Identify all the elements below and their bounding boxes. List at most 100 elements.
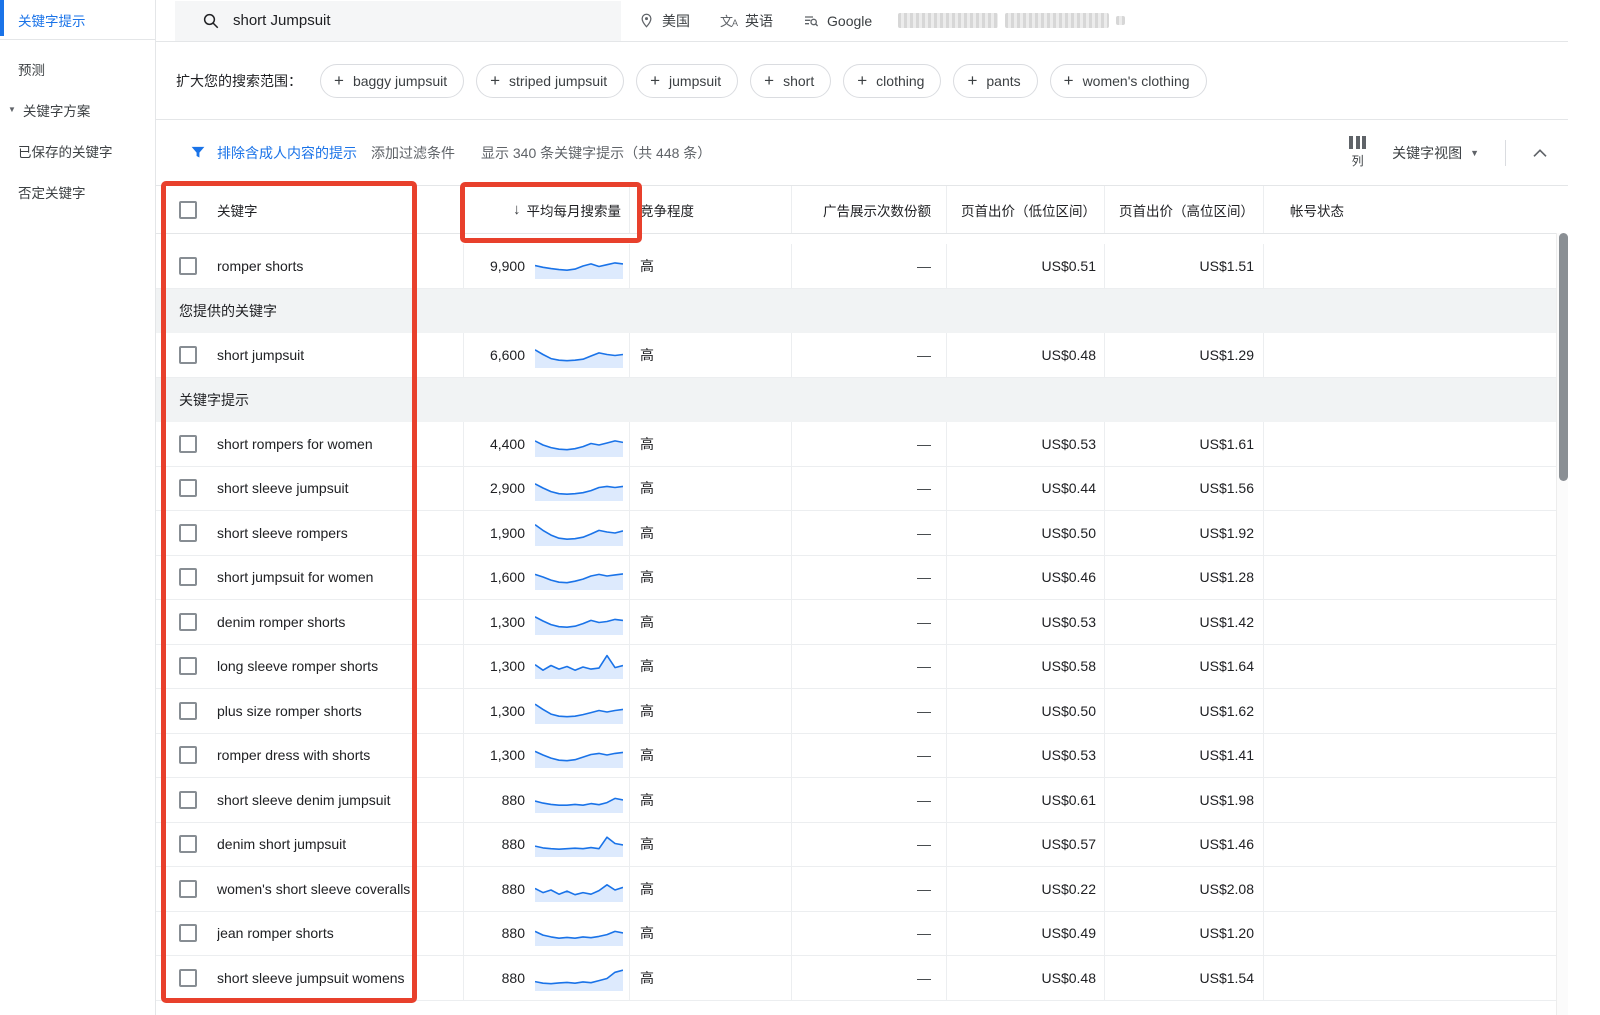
col-header-ad-impression-share-label: 广告展示次数份额	[823, 200, 931, 220]
col-header-competition[interactable]: 竞争程度	[629, 186, 791, 233]
row-checkbox[interactable]	[179, 613, 197, 631]
ad-impression-share-cell: —	[791, 734, 946, 778]
add-filter-button[interactable]: 添加过滤条件	[371, 143, 455, 163]
top-bid-low-cell: US$0.48	[946, 333, 1104, 377]
keyword-cell: women's short sleeve coveralls	[156, 867, 463, 911]
row-checkbox[interactable]	[179, 746, 197, 764]
keyword-cell: short jumpsuit for women	[156, 556, 463, 600]
avg-monthly-searches-cell: 880	[463, 956, 629, 1000]
keyword-text: romper shorts	[217, 258, 303, 274]
col-header-top-bid-low[interactable]: 页首出价（低位区间）	[946, 186, 1104, 233]
sidebar-item-label: 预测	[18, 59, 45, 79]
search-volume-value: 880	[464, 925, 525, 941]
table-row: romper dress with shorts1,300高—US$0.53US…	[156, 734, 1556, 779]
avg-monthly-searches-cell: 1,600	[463, 556, 629, 600]
keyword-chip[interactable]: +clothing	[843, 64, 941, 98]
row-checkbox[interactable]	[179, 479, 197, 497]
keyword-chip[interactable]: +baggy jumpsuit	[320, 64, 464, 98]
col-header-account-status[interactable]: 帐号状态	[1263, 186, 1568, 233]
trend-sparkline	[535, 876, 623, 902]
keyword-text: short jumpsuit for women	[217, 569, 373, 585]
toolbar-right-controls: 列 关键字视图 ▼	[1349, 136, 1548, 169]
row-checkbox[interactable]	[179, 524, 197, 542]
table-row: short jumpsuit for women1,600高—US$0.46US…	[156, 556, 1556, 601]
account-status-cell	[1263, 333, 1556, 377]
row-checkbox[interactable]	[179, 257, 197, 275]
ad-impression-share-cell: —	[791, 511, 946, 555]
table-row: jean romper shorts880高—US$0.49US$1.20	[156, 912, 1556, 957]
ad-impression-share-cell: —	[791, 689, 946, 733]
keyword-chip[interactable]: +short	[750, 64, 831, 98]
keyword-chip[interactable]: +jumpsuit	[636, 64, 738, 98]
col-header-top-bid-high[interactable]: 页首出价（高位区间）	[1104, 186, 1263, 233]
network-setting[interactable]: Google	[803, 13, 872, 29]
keyword-chip[interactable]: +women's clothing	[1050, 64, 1207, 98]
collapse-panel-button[interactable]	[1532, 148, 1548, 158]
chip-label: striped jumpsuit	[509, 73, 607, 89]
top-bid-high-cell: US$1.62	[1104, 689, 1263, 733]
competition-cell: 高	[629, 867, 791, 911]
section-row: 关键字提示	[156, 378, 1556, 423]
competition-cell: 高	[629, 645, 791, 689]
trend-sparkline	[535, 520, 623, 546]
vertical-scrollbar[interactable]	[1556, 233, 1568, 1015]
top-bid-high-cell: US$1.20	[1104, 912, 1263, 956]
row-checkbox[interactable]	[179, 924, 197, 942]
results-summary: 显示 340 条关键字提示（共 448 条）	[481, 143, 711, 163]
row-checkbox[interactable]	[179, 969, 197, 987]
sidebar-item[interactable]: 否定关键字	[0, 171, 155, 212]
trend-sparkline	[535, 253, 623, 279]
select-all-checkbox[interactable]	[179, 201, 197, 219]
scrollbar-thumb[interactable]	[1559, 233, 1568, 481]
table-row: short sleeve jumpsuit2,900高—US$0.44US$1.…	[156, 467, 1556, 512]
language-setting[interactable]: 文A 英语	[720, 11, 773, 31]
view-selector[interactable]: 关键字视图 ▼	[1392, 143, 1479, 163]
table-row: short sleeve jumpsuit womens880高—US$0.48…	[156, 956, 1556, 1001]
keyword-text: short rompers for women	[217, 436, 373, 452]
keyword-text: women's short sleeve coveralls	[217, 881, 410, 897]
ad-impression-share-cell: —	[791, 244, 946, 288]
trend-sparkline	[535, 475, 623, 501]
row-checkbox[interactable]	[179, 657, 197, 675]
location-setting[interactable]: 美国	[639, 11, 690, 31]
avg-monthly-searches-cell: 9,900	[463, 244, 629, 288]
sidebar-item[interactable]: ▼关键字方案	[0, 89, 155, 130]
row-checkbox[interactable]	[179, 880, 197, 898]
search-volume-value: 4,400	[464, 436, 525, 452]
row-checkbox[interactable]	[179, 568, 197, 586]
exclude-adult-filter-link[interactable]: 排除含成人内容的提示	[217, 143, 357, 163]
keyword-chip[interactable]: +striped jumpsuit	[476, 64, 624, 98]
sidebar-item[interactable]: 已保存的关键字	[0, 130, 155, 171]
ad-impression-share-cell: —	[791, 422, 946, 466]
competition-cell: 高	[629, 511, 791, 555]
sidebar-item[interactable]: 预测	[0, 48, 155, 89]
columns-button[interactable]: 列	[1349, 136, 1366, 169]
search-volume-value: 9,900	[464, 258, 525, 274]
table-row: short rompers for women4,400高—US$0.53US$…	[156, 422, 1556, 467]
keyword-cell: romper shorts	[156, 244, 463, 288]
filter-funnel-icon[interactable]	[189, 144, 207, 161]
top-bid-high-cell: US$1.64	[1104, 645, 1263, 689]
caret-down-icon: ▼	[8, 105, 16, 114]
row-checkbox[interactable]	[179, 835, 197, 853]
keyword-search-input[interactable]: short Jumpsuit	[175, 1, 621, 41]
col-header-keyword[interactable]: 关键字	[156, 186, 463, 233]
view-selector-label: 关键字视图	[1392, 143, 1462, 163]
translate-icon: 文A	[720, 11, 737, 30]
row-checkbox[interactable]	[179, 791, 197, 809]
top-bid-low-cell: US$0.51	[946, 244, 1104, 288]
ad-impression-share-cell: —	[791, 556, 946, 600]
table-row: denim romper shorts1,300高—US$0.53US$1.42	[156, 600, 1556, 645]
keyword-chip[interactable]: +pants	[953, 64, 1037, 98]
row-checkbox[interactable]	[179, 346, 197, 364]
top-bid-low-cell: US$0.53	[946, 600, 1104, 644]
row-checkbox[interactable]	[179, 702, 197, 720]
col-header-avg-monthly-searches[interactable]: ↓ 平均每月搜索量	[463, 186, 629, 233]
date-range-redacted[interactable]	[898, 13, 1125, 28]
sidebar-item[interactable]: 关键字提示	[0, 0, 155, 39]
account-status-cell	[1263, 689, 1556, 733]
account-status-cell	[1263, 556, 1556, 600]
table-row: short sleeve rompers1,900高—US$0.50US$1.9…	[156, 511, 1556, 556]
col-header-ad-impression-share[interactable]: 广告展示次数份额	[791, 186, 946, 233]
row-checkbox[interactable]	[179, 435, 197, 453]
